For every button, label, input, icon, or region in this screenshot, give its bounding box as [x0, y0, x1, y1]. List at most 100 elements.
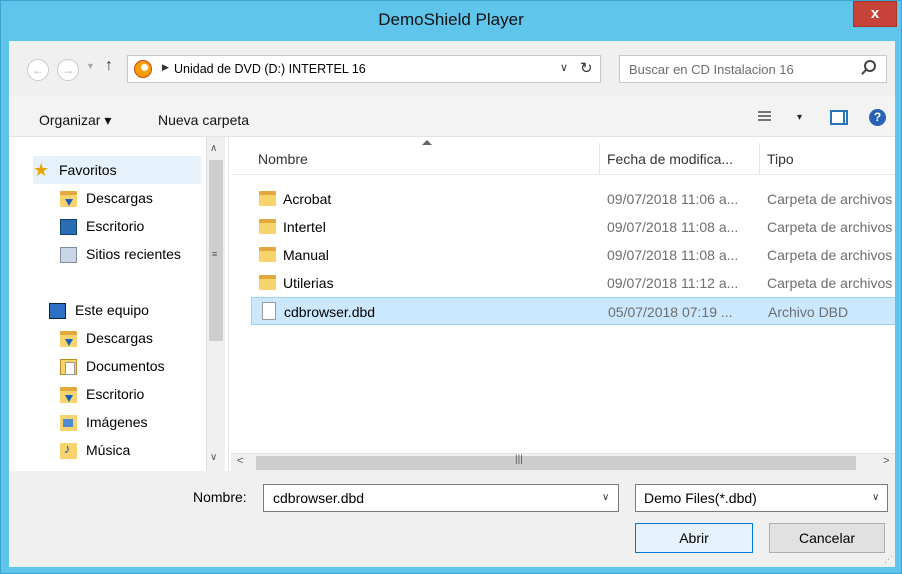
column-divider[interactable] [599, 143, 600, 175]
forward-button[interactable]: → [57, 59, 79, 81]
file-name: Manual [283, 247, 329, 263]
nav-item-pc-escritorio[interactable]: Escritorio [60, 384, 206, 408]
search-icon[interactable] [864, 60, 876, 72]
file-list: Nombre Fecha de modifica... Tipo Acrobat… [231, 137, 895, 471]
cancel-button[interactable]: Cancelar [769, 523, 885, 553]
file-date: 05/07/2018 07:19 ... [608, 304, 733, 320]
horizontal-scrollbar[interactable]: < ||| > [231, 453, 895, 471]
music-folder-icon [60, 441, 77, 459]
dialog-window: DemoShield Player x ← → ▼ ↑ ▶ Unidad de … [0, 0, 902, 574]
nav-item-descargas[interactable]: Descargas [60, 188, 206, 212]
address-bar[interactable]: ▶ Unidad de DVD (D:) INTERTEL 16 ∨ ↻ [127, 55, 601, 83]
file-date: 09/07/2018 11:08 a... [607, 247, 739, 263]
file-date: 09/07/2018 11:12 a... [607, 275, 739, 291]
file-row[interactable]: Intertel 09/07/2018 11:08 a... Carpeta d… [251, 213, 895, 241]
desktop-folder-icon [60, 387, 77, 403]
back-button[interactable]: ← [27, 59, 49, 81]
address-dropdown-icon[interactable]: ∨ [560, 61, 568, 74]
dvd-drive-icon [134, 60, 152, 78]
view-dropdown-icon[interactable]: ▾ [797, 112, 802, 123]
nav-favorites-label: Favoritos [59, 162, 117, 178]
scroll-grip-icon: ||| [515, 454, 523, 465]
scroll-up-icon[interactable]: ∧ [210, 143, 217, 154]
address-row: ← → ▼ ↑ ▶ Unidad de DVD (D:) INTERTEL 16… [9, 41, 895, 95]
column-header-row: Nombre Fecha de modifica... Tipo [231, 137, 895, 175]
file-row[interactable]: Acrobat 09/07/2018 11:06 a... Carpeta de… [251, 185, 895, 213]
nav-favorites[interactable]: ★ Favoritos [33, 156, 201, 184]
filetype-select[interactable]: Demo Files(*.dbd) ∨ [635, 484, 888, 512]
preview-pane-icon[interactable] [830, 110, 848, 125]
help-icon[interactable]: ? [869, 109, 886, 126]
filetype-value: Demo Files(*.dbd) [644, 490, 757, 506]
nav-item-escritorio[interactable]: Escritorio [60, 216, 206, 240]
open-button[interactable]: Abrir [635, 523, 753, 553]
file-date: 09/07/2018 11:08 a... [607, 219, 739, 235]
up-button[interactable]: ↑ [105, 57, 113, 75]
file-icon [262, 302, 276, 320]
sort-ascending-icon [422, 140, 432, 145]
file-name: Utilerias [283, 275, 334, 291]
nav-item-label: Este equipo [75, 302, 149, 318]
nav-item-label: Escritorio [86, 218, 145, 234]
nav-item-sitios-recientes[interactable]: Sitios recientes [60, 244, 206, 268]
resize-grip-icon[interactable]: ⋰ [884, 554, 893, 565]
filetype-dropdown-icon[interactable]: ∨ [872, 492, 879, 503]
scroll-left-icon[interactable]: < [237, 455, 243, 467]
nav-item-musica[interactable]: Música [60, 440, 206, 464]
title-bar: DemoShield Player x [1, 1, 901, 41]
nav-item-label: Descargas [86, 190, 153, 206]
file-name: Acrobat [283, 191, 332, 207]
window-title: DemoShield Player [378, 10, 524, 29]
nav-item-imagenes[interactable]: Imágenes [60, 412, 206, 436]
file-row[interactable]: Utilerias 09/07/2018 11:12 a... Carpeta … [251, 269, 895, 297]
nav-scrollbar[interactable]: ∧ ≡ ∨ [206, 137, 225, 471]
filename-field[interactable]: ∨ [263, 484, 619, 512]
file-type: Carpeta de archivos [767, 275, 893, 291]
column-header-date[interactable]: Fecha de modifica... [607, 151, 733, 167]
file-type: Carpeta de archivos [767, 191, 893, 207]
scroll-down-icon[interactable]: ∨ [210, 452, 217, 463]
nav-item-label: Música [86, 442, 131, 458]
command-toolbar: Organizar ▾ Nueva carpeta ▾ ? [9, 95, 895, 137]
search-input[interactable] [620, 56, 850, 82]
recent-places-icon [60, 247, 77, 263]
file-row-selected[interactable]: cdbrowser.dbd 05/07/2018 07:19 ... Archi… [251, 297, 895, 325]
filename-dropdown-icon[interactable]: ∨ [602, 492, 609, 503]
column-header-name[interactable]: Nombre [258, 151, 308, 167]
new-folder-button[interactable]: Nueva carpeta [158, 112, 249, 128]
scroll-grip-icon: ≡ [212, 249, 218, 259]
folder-icon [259, 219, 276, 234]
nav-item-label: Descargas [86, 330, 153, 346]
column-divider[interactable] [759, 143, 760, 175]
close-button[interactable]: x [853, 1, 897, 27]
nav-this-pc[interactable]: Este equipo [49, 300, 206, 324]
organize-button[interactable]: Organizar ▾ [39, 112, 111, 129]
dialog-client: ← → ▼ ↑ ▶ Unidad de DVD (D:) INTERTEL 16… [9, 41, 895, 567]
scroll-thumb[interactable] [256, 456, 856, 470]
column-header-type[interactable]: Tipo [767, 151, 794, 167]
file-type: Archivo DBD [768, 304, 849, 320]
folder-icon [259, 275, 276, 290]
dialog-footer: Nombre: ∨ Demo Files(*.dbd) ∨ Abrir Canc… [9, 471, 895, 567]
filename-input[interactable] [264, 485, 594, 511]
nav-item-label: Sitios recientes [86, 246, 181, 262]
search-box[interactable] [619, 55, 887, 83]
downloads-folder-icon [60, 191, 77, 207]
folder-icon [259, 247, 276, 262]
downloads-folder-icon [60, 331, 77, 347]
file-row[interactable]: Manual 09/07/2018 11:08 a... Carpeta de … [251, 241, 895, 269]
recent-locations-chevron-icon[interactable]: ▼ [86, 61, 95, 71]
folder-icon [259, 191, 276, 206]
nav-item-label: Documentos [86, 358, 165, 374]
nav-item-documentos[interactable]: Documentos [60, 356, 206, 380]
file-name: Intertel [283, 219, 326, 235]
view-options-icon[interactable] [758, 111, 771, 122]
desktop-icon [60, 219, 77, 235]
documents-folder-icon [60, 359, 77, 375]
file-type: Carpeta de archivos [767, 247, 893, 263]
breadcrumb[interactable]: Unidad de DVD (D:) INTERTEL 16 [174, 62, 366, 76]
scroll-right-icon[interactable]: > [883, 455, 889, 467]
breadcrumb-chevron-icon[interactable]: ▶ [162, 62, 169, 73]
refresh-button[interactable]: ↻ [580, 59, 593, 77]
nav-item-pc-descargas[interactable]: Descargas [60, 328, 206, 352]
